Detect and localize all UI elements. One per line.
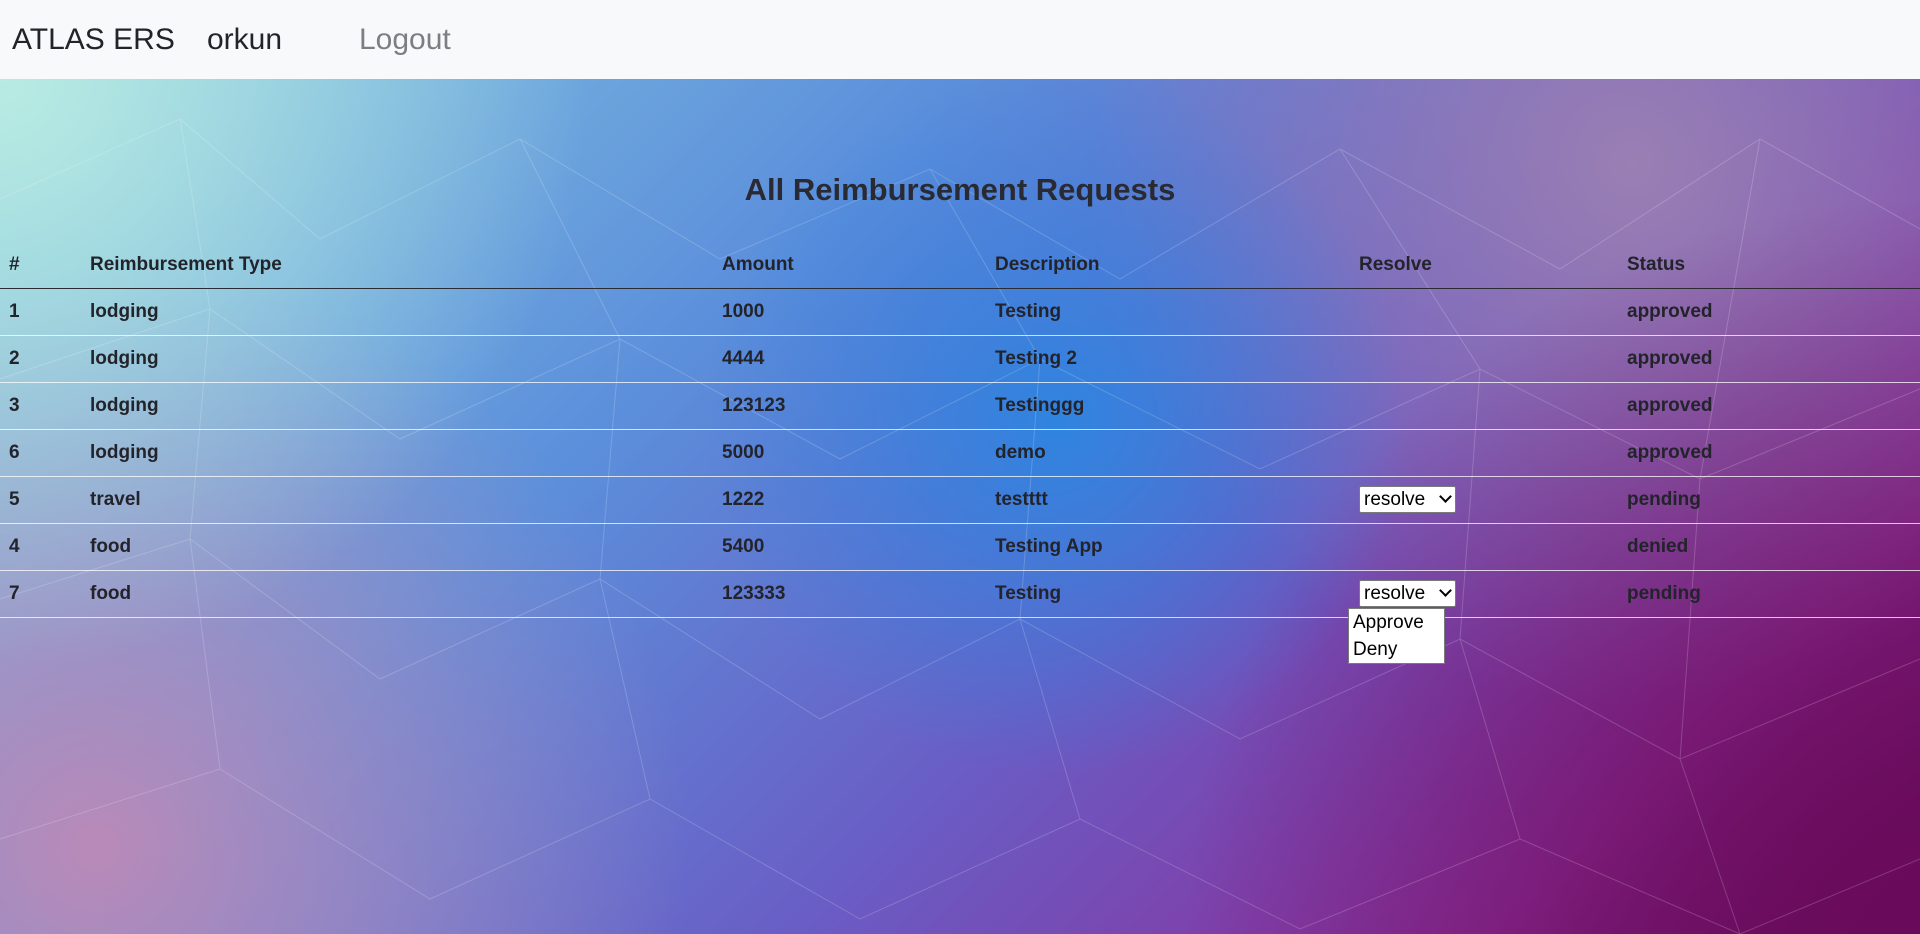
table-row: 6 lodging 5000 demo approved — [0, 429, 1920, 477]
resolve-select[interactable]: resolve — [1359, 580, 1456, 607]
cell-id: 6 — [0, 429, 81, 477]
resolve-select[interactable]: resolve — [1359, 486, 1456, 513]
header-number: # — [0, 242, 81, 289]
username-link[interactable]: orkun — [207, 23, 282, 57]
cell-resolve — [1350, 523, 1618, 571]
cell-type: food — [81, 523, 713, 571]
header-resolve: Resolve — [1350, 242, 1618, 289]
cell-amount: 5400 — [713, 523, 986, 571]
navbar: ATLAS ERS orkun Logout — [0, 0, 1920, 79]
dropdown-option-deny[interactable]: Deny — [1349, 636, 1444, 663]
cell-id: 2 — [0, 335, 81, 383]
cell-type: lodging — [81, 429, 713, 477]
cell-amount: 123333 — [713, 570, 986, 618]
table-row: 1 lodging 1000 Testing approved — [0, 288, 1920, 336]
cell-amount: 1222 — [713, 476, 986, 524]
page-title: All Reimbursement Requests — [744, 172, 1176, 207]
cell-id: 5 — [0, 476, 81, 524]
dropdown-option-approve[interactable]: Approve — [1349, 609, 1444, 636]
resolve-dropdown-menu: Approve Deny — [1348, 608, 1445, 664]
cell-id: 3 — [0, 382, 81, 430]
cell-amount: 5000 — [713, 429, 986, 477]
logout-link[interactable]: Logout — [359, 23, 451, 57]
cell-type: travel — [81, 476, 713, 524]
cell-resolve — [1350, 288, 1618, 336]
resolve-select-value: resolve — [1364, 489, 1426, 510]
cell-description: Testing — [986, 570, 1350, 618]
cell-status: approved — [1618, 382, 1920, 430]
table-row: 5 travel 1222 testttt resolve pending — [0, 476, 1920, 524]
resolve-select-value: resolve — [1364, 583, 1426, 604]
table-row: 7 food 123333 Testing resolve pending — [0, 570, 1920, 618]
cell-amount: 4444 — [713, 335, 986, 383]
cell-status: pending — [1618, 570, 1920, 618]
cell-type: lodging — [81, 382, 713, 430]
cell-description: Testing — [986, 288, 1350, 336]
cell-id: 1 — [0, 288, 81, 336]
cell-type: lodging — [81, 288, 713, 336]
table-header-row: # Reimbursement Type Amount Description … — [0, 242, 1920, 289]
cell-description: testttt — [986, 476, 1350, 524]
table-row: 2 lodging 4444 Testing 2 approved — [0, 335, 1920, 383]
cell-resolve — [1350, 429, 1618, 477]
cell-description: Testing 2 — [986, 335, 1350, 383]
cell-description: Testing App — [986, 523, 1350, 571]
cell-description: demo — [986, 429, 1350, 477]
chevron-down-icon — [1439, 584, 1452, 597]
header-description: Description — [986, 242, 1350, 289]
cell-status: approved — [1618, 288, 1920, 336]
cell-status: denied — [1618, 523, 1920, 571]
header-amount: Amount — [713, 242, 986, 289]
cell-status: pending — [1618, 476, 1920, 524]
table-row: 3 lodging 123123 Testinggg approved — [0, 382, 1920, 430]
cell-amount: 1000 — [713, 288, 986, 336]
cell-amount: 123123 — [713, 382, 986, 430]
brand-link[interactable]: ATLAS ERS — [12, 23, 175, 57]
cell-id: 7 — [0, 570, 81, 618]
reimbursement-table: # Reimbursement Type Amount Description … — [0, 242, 1920, 618]
cell-type: lodging — [81, 335, 713, 383]
header-status: Status — [1618, 242, 1920, 289]
chevron-down-icon — [1439, 490, 1452, 503]
cell-status: approved — [1618, 429, 1920, 477]
cell-resolve — [1350, 382, 1618, 430]
cell-status: approved — [1618, 335, 1920, 383]
cell-type: food — [81, 570, 713, 618]
header-type: Reimbursement Type — [81, 242, 713, 289]
cell-id: 4 — [0, 523, 81, 571]
cell-resolve: resolve — [1350, 476, 1618, 524]
table-row: 4 food 5400 Testing App denied — [0, 523, 1920, 571]
cell-description: Testinggg — [986, 382, 1350, 430]
cell-resolve — [1350, 335, 1618, 383]
